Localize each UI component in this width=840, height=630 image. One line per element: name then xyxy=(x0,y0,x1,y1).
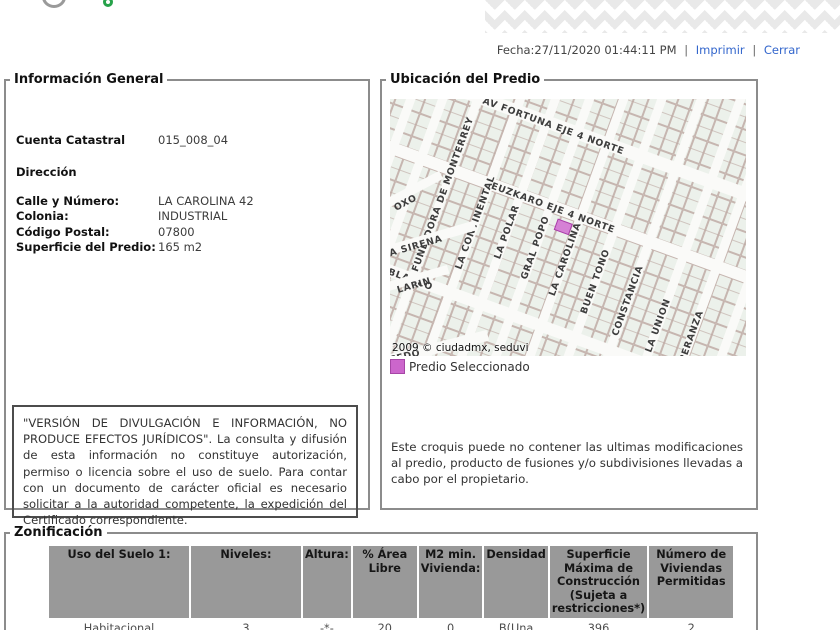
topbar: Fecha:27/11/2020 01:44:11 PM | Imprimir … xyxy=(497,43,800,57)
header-area-libre: % Área Libre xyxy=(352,546,417,618)
calle-numero-value: LA CAROLINA 42 xyxy=(158,193,254,208)
colonia-label: Colonia: xyxy=(16,209,69,223)
zoning-legend: Zonificación xyxy=(14,525,103,540)
map-note: Este croquis puede no contener las ultim… xyxy=(391,440,744,487)
print-link[interactable]: Imprimir xyxy=(696,43,745,57)
map-attribution: 2009 © ciudadmx, seduvi xyxy=(392,342,529,354)
general-info-panel: Información General Cuenta Catastral 015… xyxy=(4,72,370,527)
logo-fragment-icon xyxy=(42,0,66,8)
superficie-row: Superficie del Predio: 165 m2 xyxy=(16,240,360,256)
map-image: AV FORTUNA EJE 4 NORTE EUZKARO EJE 4 NOR… xyxy=(390,99,746,356)
uso-value: Habitacional xyxy=(83,621,155,630)
logo-green-ring-icon xyxy=(103,0,113,7)
header-superficie-maxima: Superficie Máxima de Construcción (Sujet… xyxy=(549,546,648,618)
colonia-row: Colonia: INDUSTRIAL xyxy=(16,209,360,225)
cell-niveles: 3 xyxy=(242,621,250,630)
cell-altura: -*- xyxy=(319,621,334,630)
header-niveles: Niveles: xyxy=(191,546,301,618)
superficie-value: 165 m2 xyxy=(158,240,203,254)
location-panel: Ubicación del Predio AV FORTUNA EJE 4 NO… xyxy=(380,72,758,510)
map: AV FORTUNA EJE 4 NORTE EUZKARO EJE 4 NOR… xyxy=(390,99,746,356)
cell-densidad: B(Una vivienda xyxy=(498,621,534,630)
cell-superficie-maxima: 396 xyxy=(587,621,610,630)
zoning-table: Uso del Suelo 1: Niveles: Altura: % Área… xyxy=(47,544,735,630)
header-altura: Altura: xyxy=(303,546,351,618)
map-legend-label: Predio Seleccionado xyxy=(409,359,530,374)
cell-m2-min: 0 xyxy=(446,621,455,630)
separator: | xyxy=(752,43,757,57)
superficie-label: Superficie del Predio: xyxy=(16,240,156,254)
header-zigzag-pattern xyxy=(485,0,840,33)
date-label: Fecha:27/11/2020 01:44:11 PM xyxy=(496,43,677,57)
location-legend: Ubicación del Predio xyxy=(390,72,541,87)
zoning-header-row: Uso del Suelo 1: Niveles: Altura: % Área… xyxy=(49,546,734,618)
disclaimer-box: "VERSIÓN DE DIVULGACIÓN E INFORMACIÓN, N… xyxy=(12,405,358,527)
separator: | xyxy=(684,43,689,57)
page: Fecha:27/11/2020 01:44:11 PM | Imprimir … xyxy=(0,0,840,630)
cuenta-catastral-label: Cuenta Catastral xyxy=(16,133,126,147)
general-info-legend: Información General xyxy=(14,72,164,87)
header-uso-del-suelo: Uso del Suelo 1: xyxy=(49,546,189,618)
zoning-panel: Zonificación Uso del Suelo 1: Niveles: A… xyxy=(4,525,758,630)
direccion-label: Dirección xyxy=(16,164,77,179)
cuenta-catastral-row: Cuenta Catastral 015_008_04 xyxy=(16,133,360,149)
cuenta-catastral-value: 015_008_04 xyxy=(158,133,229,147)
codigo-postal-row: Código Postal: 07800 xyxy=(16,225,360,241)
cell-uso: Habitacional Ver Tabla de Uso xyxy=(49,620,189,630)
codigo-postal-value: 07800 xyxy=(158,224,195,239)
header-densidad: Densidad xyxy=(484,546,548,618)
cell-viviendas: 2 xyxy=(687,621,695,630)
colonia-value: INDUSTRIAL xyxy=(158,209,228,223)
calle-numero-row: Calle y Número: LA CAROLINA 42 xyxy=(16,194,360,210)
header-m2-min: M2 min. Vivienda: xyxy=(418,546,483,618)
map-legend: Predio Seleccionado xyxy=(390,359,530,374)
cell-area-libre: 20 xyxy=(377,621,392,630)
close-link[interactable]: Cerrar xyxy=(764,43,800,57)
codigo-postal-label: Código Postal: xyxy=(16,224,110,239)
header-num-viviendas: Número de Viviendas Permitidas xyxy=(649,546,734,618)
table-row: Habitacional Ver Tabla de Uso 3 -*- 20 0… xyxy=(49,620,733,630)
general-info-content: Cuenta Catastral 015_008_04 Dirección Ca… xyxy=(6,87,368,527)
calle-numero-label: Calle y Número: xyxy=(16,193,120,208)
selected-parcel-swatch xyxy=(390,359,405,374)
